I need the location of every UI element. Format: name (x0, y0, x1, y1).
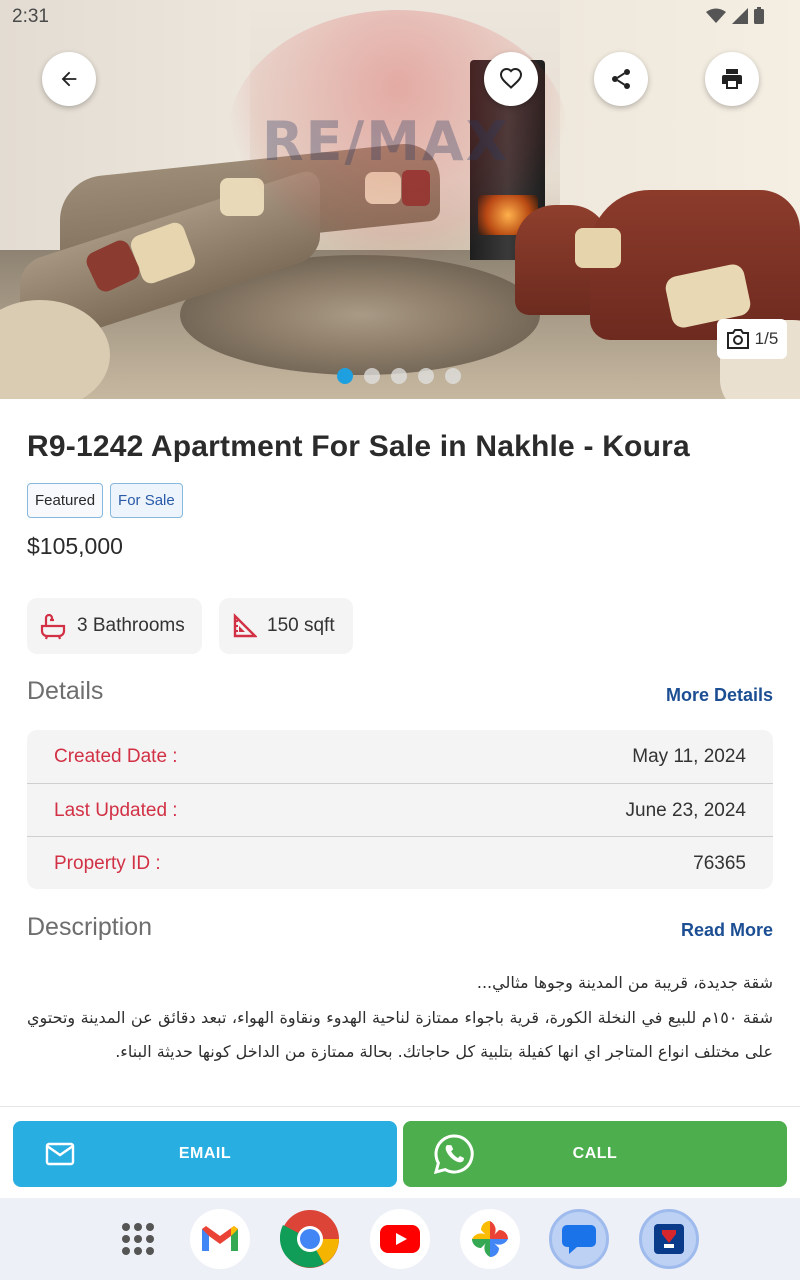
photos-icon[interactable] (460, 1209, 520, 1269)
app-drawer-icon[interactable] (108, 1209, 168, 1269)
photo-counter[interactable]: 1/5 (717, 319, 787, 359)
whatsapp-icon (433, 1134, 474, 1175)
signal-icon (732, 7, 748, 24)
battery-icon (754, 7, 764, 24)
detail-row-created: Created Date : May 11, 2024 (27, 730, 773, 783)
detail-label: Property ID : (54, 852, 161, 874)
status-time: 2:31 (12, 6, 49, 27)
detail-value: 76365 (693, 852, 746, 874)
description-line: شقة ١٥٠م للبيع في النخلة الكورة، قرية با… (27, 1007, 773, 1062)
printer-icon (722, 69, 742, 89)
featured-badge: Featured (27, 483, 104, 518)
read-more-link[interactable]: Read More (681, 920, 773, 941)
description-text: شقة جديدة، قريبة من المدينة وجوها مثالي.… (27, 966, 773, 1070)
detail-value: May 11, 2024 (632, 745, 746, 767)
details-heading: Details (27, 677, 104, 705)
youtube-icon (380, 1225, 420, 1253)
detail-row-updated: Last Updated : June 23, 2024 (27, 784, 773, 837)
print-button[interactable] (705, 52, 759, 106)
description-heading: Description (27, 913, 153, 941)
area-label: 150 sqft (267, 615, 335, 636)
listing-title: R9-1242 Apartment For Sale in Nakhle - K… (27, 430, 690, 463)
detail-row-property-id: Property ID : 76365 (27, 837, 773, 890)
heart-icon (499, 67, 523, 89)
for-sale-badge: For Sale (110, 483, 183, 518)
photo-pillow (575, 228, 621, 268)
photos-icon (472, 1221, 508, 1257)
camera-icon (726, 329, 749, 349)
share-icon (612, 69, 630, 89)
carousel-dot[interactable] (445, 368, 461, 384)
carousel-dot[interactable] (337, 368, 353, 384)
bathtub-icon (40, 613, 66, 640)
messages-icon[interactable] (549, 1209, 609, 1269)
set-square-icon (233, 613, 257, 638)
listing-price: $105,000 (27, 533, 123, 559)
description-line: شقة جديدة، قريبة من المدينة وجوها مثالي.… (476, 973, 773, 992)
remax-app-icon (654, 1224, 684, 1254)
detail-label: Last Updated : (54, 799, 178, 821)
detail-value: June 23, 2024 (625, 799, 746, 821)
bathrooms-chip: 3 Bathrooms (27, 598, 202, 654)
favorite-button[interactable] (484, 52, 538, 106)
details-card: Created Date : May 11, 2024 Last Updated… (27, 730, 773, 889)
bathrooms-label: 3 Bathrooms (77, 615, 185, 636)
mail-icon (45, 1142, 75, 1166)
status-icons (706, 7, 764, 24)
status-bar: 2:31 (0, 0, 800, 32)
listing-tags: Featured For Sale (27, 483, 183, 518)
gmail-icon (202, 1226, 238, 1251)
gmail-icon[interactable] (190, 1209, 250, 1269)
area-chip: 150 sqft (219, 598, 353, 654)
detail-label: Created Date : (54, 745, 178, 767)
wifi-icon (706, 8, 726, 23)
app-dock (0, 1198, 800, 1280)
carousel-dot[interactable] (418, 368, 434, 384)
more-details-link[interactable]: More Details (666, 685, 773, 706)
messages-icon (562, 1225, 596, 1254)
arrow-back-icon (61, 71, 77, 87)
property-photo[interactable]: RE/MAX (0, 0, 800, 399)
photo-counter-text: 1/5 (754, 329, 779, 348)
app-drawer-icon (122, 1223, 154, 1255)
contact-action-bar: EMAIL CALL (0, 1106, 800, 1198)
carousel-dot[interactable] (364, 368, 380, 384)
carousel-dots (337, 368, 461, 384)
property-detail-screen: RE/MAX 2:31 1/5 R9-1242 Apartment For Sa… (0, 0, 800, 1280)
call-button[interactable]: CALL (403, 1121, 787, 1187)
chrome-icon[interactable] (280, 1209, 340, 1269)
email-button[interactable]: EMAIL (13, 1121, 397, 1187)
chrome-icon (280, 1210, 339, 1268)
remax-app-icon[interactable] (639, 1209, 699, 1269)
back-button[interactable] (42, 52, 96, 106)
remax-watermark-text: RE/MAX (262, 110, 510, 173)
carousel-dot[interactable] (391, 368, 407, 384)
youtube-icon[interactable] (370, 1209, 430, 1269)
share-button[interactable] (594, 52, 648, 106)
